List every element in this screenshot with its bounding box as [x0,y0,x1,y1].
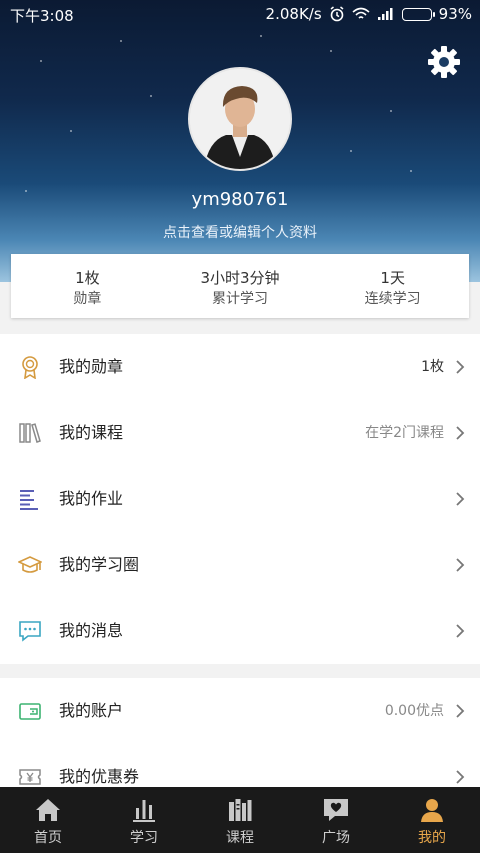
home-icon [36,799,60,821]
menu-label: 我的勋章 [59,357,124,376]
message-icon [19,621,41,642]
username: ym980761 [191,189,289,210]
chevron-right-icon [456,426,465,440]
settings-gear-icon[interactable] [426,44,462,80]
alarm-icon [330,6,344,22]
tab-home[interactable]: 首页 [0,787,96,853]
tab-label: 广场 [322,830,350,846]
edit-profile-link[interactable]: 点击查看或编辑个人资料 [0,222,480,242]
menu-item-badges[interactable]: 我的勋章 1枚 [0,334,480,400]
wifi-icon [352,7,370,19]
menu-label: 我的作业 [59,489,124,508]
signal-icon [377,8,393,20]
menu-item-coupons[interactable]: 我的优惠券 [0,744,480,787]
battery-percent: 93% [438,5,472,23]
avatar[interactable] [188,67,292,171]
network-speed: 2.08K/s [265,5,322,23]
menu-group-main: 我的勋章 1枚 我的课程 在学2门课程 我的作业 我的学习圈 我的消息 [0,334,480,664]
chevron-right-icon [456,360,465,374]
stat-value: 1天 [380,269,405,287]
status-bar: 下午3:08 2.08K/s 93% [0,0,480,28]
books-icon [19,423,41,443]
tab-study[interactable]: 学习 [96,787,192,853]
menu-label: 我的优惠券 [59,767,140,786]
chevron-right-icon [456,558,465,572]
stat-study-time[interactable]: 3小时3分钟 累计学习 [164,254,317,318]
menu-item-study-circle[interactable]: 我的学习圈 [0,532,480,598]
menu-label: 我的课程 [59,423,124,442]
coupon-icon [19,769,41,785]
wallet-icon [19,703,41,720]
medal-icon [22,356,38,379]
avatar-photo [190,69,290,169]
tab-square[interactable]: 广场 [288,787,384,853]
tab-label: 课程 [226,830,254,846]
battery-icon [401,7,435,21]
graduation-cap-icon [18,556,42,573]
chevron-right-icon [456,624,465,638]
stat-value: 3小时3分钟 [200,269,280,287]
bottom-tab-bar: 首页 学习 课程 广场 我的 [0,787,480,853]
heart-chat-icon [324,799,348,821]
menu-label: 我的消息 [59,621,124,640]
stat-streak[interactable]: 1天 连续学习 [316,254,469,318]
profile-header: 下午3:08 2.08K/s 93% ym980761 点击查看或编辑个人资料 [0,0,480,282]
menu-item-account[interactable]: 我的账户 0.00优点 [0,678,480,744]
homework-icon [20,490,38,510]
person-icon [421,799,443,822]
stat-label: 连续学习 [364,291,421,307]
stat-label: 累计学习 [212,291,268,307]
tab-courses[interactable]: 课程 [192,787,288,853]
menu-group-account: 我的账户 0.00优点 我的优惠券 [0,678,480,787]
tab-label: 学习 [130,830,158,846]
menu-item-messages[interactable]: 我的消息 [0,598,480,664]
menu-value: 在学2门课程 [365,425,444,441]
status-time: 下午3:08 [10,7,74,25]
stat-value: 1枚 [75,269,100,287]
chevron-right-icon [456,770,465,784]
tab-label: 我的 [418,830,446,846]
menu-label: 我的学习圈 [59,555,140,574]
menu-label: 我的账户 [59,701,124,720]
chevron-right-icon [456,704,465,718]
bar-chart-icon [133,800,155,822]
library-icon [229,799,252,821]
menu-value: 0.00优点 [384,703,444,719]
stat-badges[interactable]: 1枚 勋章 [11,254,164,318]
chevron-right-icon [456,492,465,506]
menu-item-homework[interactable]: 我的作业 [0,466,480,532]
stat-label: 勋章 [73,291,102,307]
tab-mine[interactable]: 我的 [384,787,480,853]
menu-item-courses[interactable]: 我的课程 在学2门课程 [0,400,480,466]
tab-label: 首页 [34,830,62,846]
menu-value: 1枚 [421,359,444,375]
stats-card: 1枚 勋章 3小时3分钟 累计学习 1天 连续学习 [11,254,469,318]
